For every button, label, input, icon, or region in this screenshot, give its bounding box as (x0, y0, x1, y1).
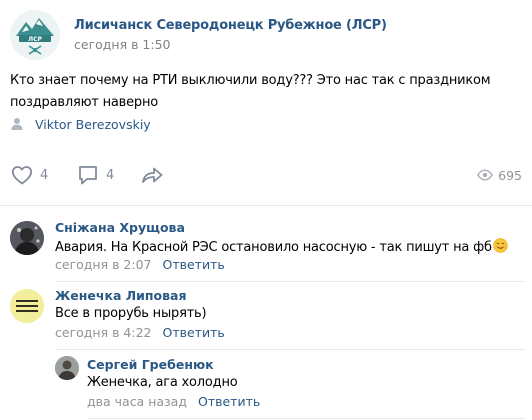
post-time[interactable]: сегодня в 1:50 (74, 37, 171, 52)
user-photo-icon (10, 289, 44, 323)
reply-button[interactable]: Ответить (198, 394, 260, 409)
comment-author-link[interactable]: Сергей Гребенюк (87, 357, 214, 372)
like-button[interactable]: 4 (10, 163, 48, 187)
eye-icon (477, 169, 493, 181)
comment-divider (55, 281, 525, 282)
views-counter: 695 (477, 163, 522, 187)
comment-item: Сніжана Хрущова Авария. На Красной РЭС о… (10, 220, 525, 276)
comment-count: 4 (106, 167, 115, 183)
comment-divider (87, 418, 525, 419)
comment-author-link[interactable]: Сніжана Хрущова (55, 220, 185, 235)
comment-author-link[interactable]: Женечка Липовая (55, 288, 186, 303)
post-author-link[interactable]: Viktor Berezovskiy (35, 117, 151, 132)
avatar[interactable] (55, 356, 79, 380)
share-icon (142, 167, 163, 183)
group-logo-icon: ЛСР (10, 10, 60, 60)
reply-button[interactable]: Ответить (163, 325, 225, 340)
comment-button[interactable]: 4 (76, 163, 114, 187)
heart-icon (11, 166, 33, 185)
person-icon (11, 118, 23, 130)
user-photo-icon (55, 356, 79, 380)
comment-divider (55, 349, 525, 350)
comment-text-content: Авария. На Красной РЭС остановило насосн… (55, 240, 492, 255)
comments-divider (0, 205, 532, 206)
avatar[interactable] (10, 221, 44, 255)
comment-text: Женечка, ага холодно (87, 375, 238, 390)
post-text-line: поздравляют наверно (10, 95, 159, 110)
comment-icon (79, 166, 97, 185)
comment-time[interactable]: два часа назад (87, 394, 187, 409)
comment-time[interactable]: сегодня в 2:07 (55, 257, 152, 272)
share-button[interactable] (140, 163, 164, 187)
post-header: ЛСР Лисичанск Северодонецк Рубежное (ЛСР… (10, 10, 522, 60)
comment-meta: два часа назад Ответить (87, 394, 260, 409)
reply-button[interactable]: Ответить (163, 257, 225, 272)
avatar[interactable] (10, 289, 44, 323)
group-avatar[interactable]: ЛСР (10, 10, 60, 60)
comment-meta: сегодня в 2:07 Ответить (55, 257, 225, 272)
group-name-link[interactable]: Лисичанск Северодонецк Рубежное (ЛСР) (74, 18, 387, 33)
comment-reply-item: Сергей Гребенюк Женечка, ага холодно два… (55, 356, 525, 412)
like-count: 4 (40, 167, 49, 183)
post-signature: Viktor Berezovskiy (10, 116, 151, 132)
comment-item: Женечка Липовая Все в прорубь нырять) се… (10, 288, 525, 344)
comment-text: Авария. На Красной РЭС остановило насосн… (55, 238, 508, 255)
group-logo-text: ЛСР (28, 36, 42, 43)
post-actions: 4 4 695 (10, 163, 522, 187)
post-text-line: Кто знает почему на РТИ выключили воду??… (10, 73, 491, 88)
views-count: 695 (498, 167, 522, 183)
post-text: Кто знает почему на РТИ выключили воду??… (10, 70, 515, 114)
comment-time[interactable]: сегодня в 4:22 (55, 325, 152, 340)
comment-meta: сегодня в 4:22 Ответить (55, 325, 225, 340)
user-photo-icon (10, 221, 44, 255)
smile-emoji-icon (493, 238, 508, 253)
comment-text: Все в прорубь нырять) (55, 306, 207, 321)
